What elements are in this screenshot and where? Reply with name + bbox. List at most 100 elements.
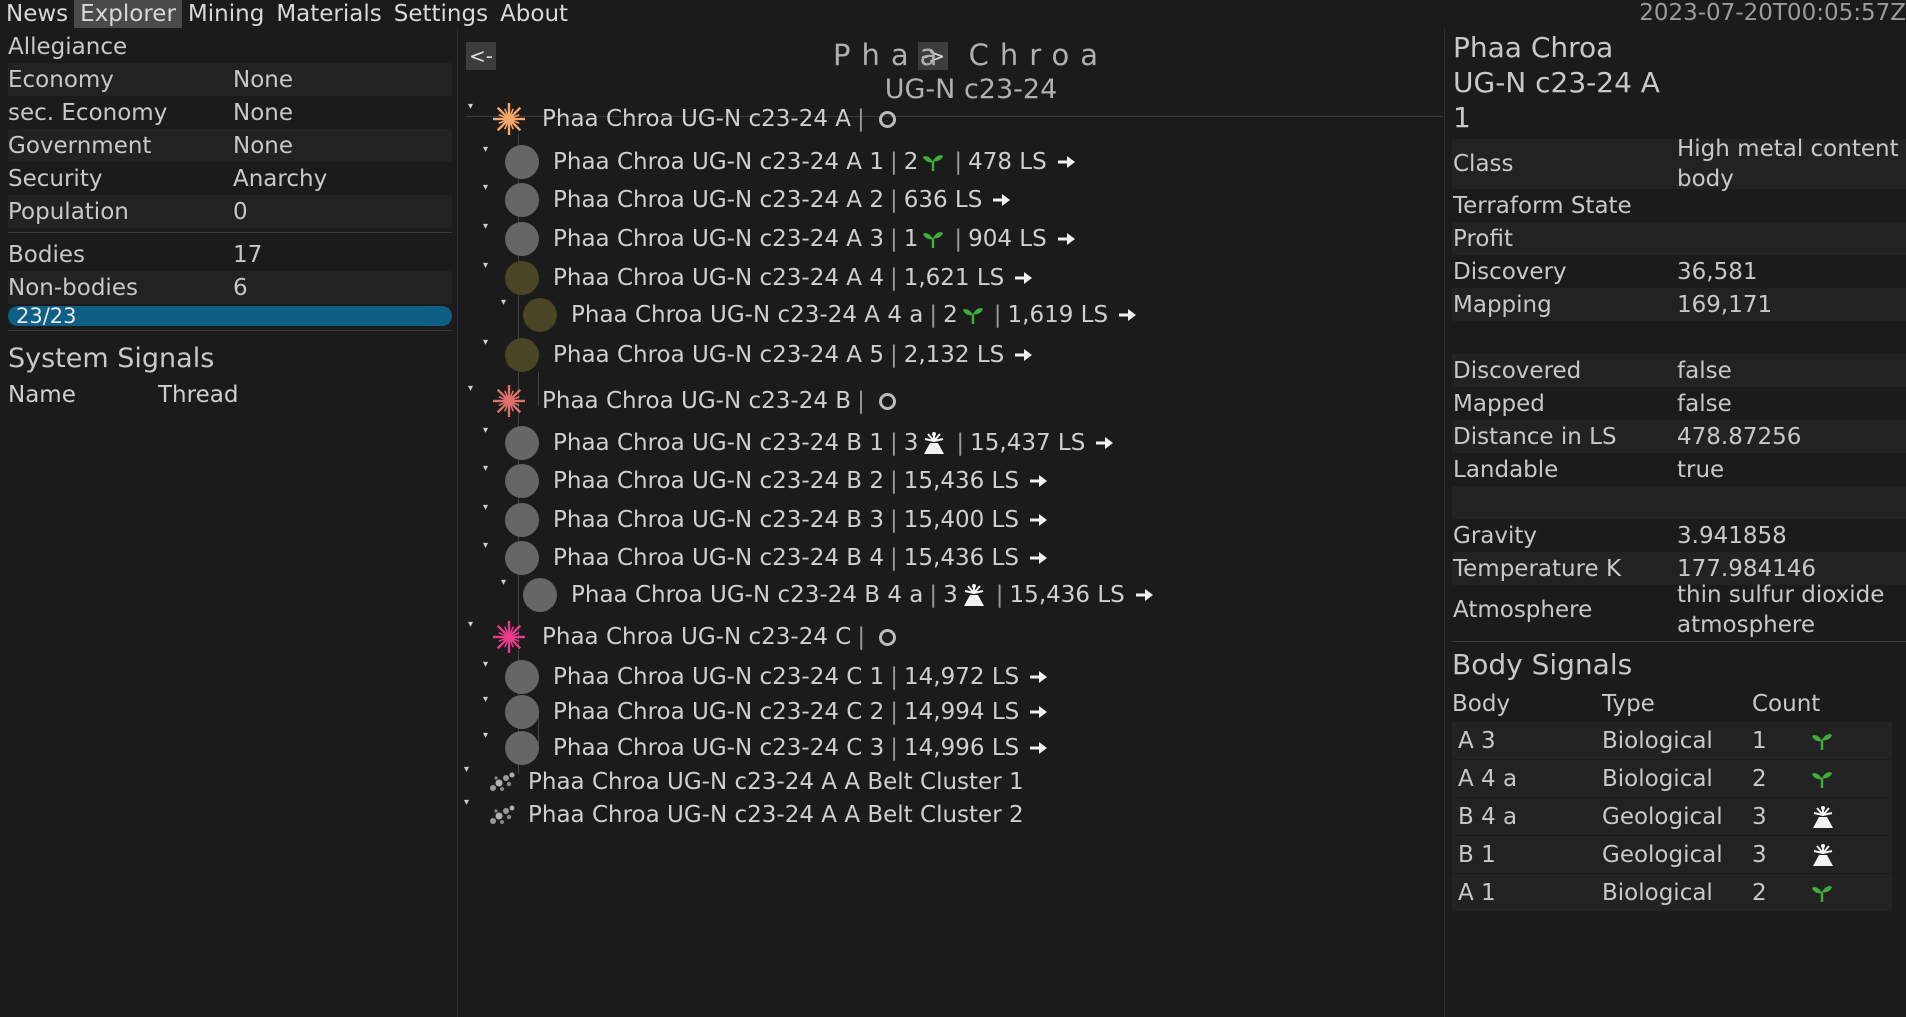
- planet-icon: [505, 222, 539, 256]
- menu-news[interactable]: News: [0, 0, 74, 28]
- geo-signal-icon: [924, 432, 945, 454]
- tree-body-row[interactable]: Phaa Chroa UG-N c23-24 A 2 | 636 LS: [505, 183, 1012, 217]
- info-row: Security Anarchy: [8, 162, 452, 195]
- planet-icon: [505, 426, 539, 460]
- tree-body-row[interactable]: Phaa Chroa UG-N c23-24 B 2 | 15,436 LS: [505, 464, 1049, 498]
- tree-body-row[interactable]: Phaa Chroa UG-N c23-24 A 3 | 1 | 904 LS: [505, 222, 1077, 256]
- body-signal-row[interactable]: B 4 a Geological 3: [1452, 798, 1892, 835]
- arrow-right-icon[interactable]: [1029, 512, 1049, 528]
- expand-toggle[interactable]: ▾: [483, 463, 488, 474]
- expand-toggle[interactable]: ▾: [483, 694, 488, 705]
- expand-toggle[interactable]: ▾: [468, 383, 473, 394]
- body-signal-row[interactable]: B 1 Geological 3: [1452, 836, 1892, 873]
- geo-signal-icon: [963, 584, 984, 606]
- body-signal-row[interactable]: A 4 a Biological 2: [1452, 760, 1892, 797]
- property-row: Mapped false: [1452, 387, 1906, 420]
- body-signals-header: Body Type Count: [1452, 686, 1906, 722]
- arrow-right-icon[interactable]: [1029, 740, 1049, 756]
- expand-toggle[interactable]: ▾: [464, 764, 469, 775]
- expand-toggle[interactable]: ▾: [483, 221, 488, 232]
- scan-progress-label: 23/23: [16, 304, 77, 328]
- body-name: Phaa Chroa UG-N c23-24 B 4: [553, 545, 884, 571]
- property-value: true: [1677, 456, 1725, 483]
- planet-icon: [505, 541, 539, 575]
- tree-star-row[interactable]: Phaa Chroa UG-N c23-24 C |: [492, 620, 897, 654]
- body-tree-panel: <- -> Phaa Chroa UG-N c23-24 ▾ Phaa Chroa…: [460, 30, 1442, 1017]
- menu-explorer[interactable]: Explorer: [74, 0, 182, 28]
- expand-toggle[interactable]: ▾: [483, 182, 488, 193]
- bio-signal-icon: [1812, 771, 1832, 788]
- tree-body-row[interactable]: Phaa Chroa UG-N c23-24 C 1 | 14,972 LS: [505, 660, 1049, 694]
- property-label: Mapped: [1453, 390, 1545, 417]
- expand-toggle[interactable]: ▾: [501, 577, 506, 588]
- arrow-right-icon[interactable]: [1057, 231, 1077, 247]
- planet-icon: [505, 464, 539, 498]
- menu-materials[interactable]: Materials: [270, 0, 387, 28]
- tree-body-row[interactable]: Phaa Chroa UG-N c23-24 A 5 | 2,132 LS: [505, 338, 1034, 372]
- expand-toggle[interactable]: ▾: [483, 425, 488, 436]
- arrow-right-icon[interactable]: [1029, 669, 1049, 685]
- expand-toggle[interactable]: ▾: [501, 297, 506, 308]
- tree-belt-row[interactable]: Phaa Chroa UG-N c23-24 A A Belt Cluster …: [488, 765, 1024, 799]
- expand-toggle[interactable]: ▾: [483, 540, 488, 551]
- arrow-right-icon[interactable]: [1014, 347, 1034, 363]
- arrow-right-icon[interactable]: [1057, 154, 1077, 170]
- arrow-right-icon[interactable]: [992, 192, 1012, 208]
- ring-icon: [878, 110, 896, 128]
- expand-toggle[interactable]: ▾: [483, 730, 488, 741]
- tree-body-row[interactable]: Phaa Chroa UG-N c23-24 C 2 | 14,994 LS: [505, 695, 1049, 729]
- system-signals-title: System Signals: [8, 343, 215, 374]
- property-label: Terraform State: [1453, 192, 1632, 219]
- tree-body-row[interactable]: Phaa Chroa UG-N c23-24 B 4 a | 3 | 15,436 LS: [523, 578, 1155, 612]
- tree-star-row[interactable]: Phaa Chroa UG-N c23-24 B |: [492, 384, 896, 418]
- arrow-right-icon[interactable]: [1118, 307, 1138, 323]
- menu-mining[interactable]: Mining: [182, 0, 270, 28]
- info-label: sec. Economy: [8, 99, 168, 126]
- arrow-right-icon[interactable]: [1014, 270, 1034, 286]
- tree-body-row[interactable]: Phaa Chroa UG-N c23-24 A 4 | 1,621 LS: [505, 261, 1034, 295]
- expand-toggle[interactable]: ▾: [468, 619, 473, 630]
- property-label: Profit: [1453, 225, 1513, 252]
- expand-toggle[interactable]: ▾: [483, 260, 488, 271]
- separator: |: [890, 545, 898, 571]
- menu-settings[interactable]: Settings: [388, 0, 494, 28]
- col-count: Count: [1752, 691, 1821, 717]
- tree-body-row[interactable]: Phaa Chroa UG-N c23-24 B 4 | 15,436 LS: [505, 541, 1049, 575]
- body-title-line-3: 1: [1453, 101, 1471, 134]
- bio-signal-icon: [923, 232, 944, 248]
- signal-count: 3: [903, 430, 919, 456]
- body-signal-row[interactable]: A 1 Biological 2: [1452, 874, 1892, 911]
- signal-type: Geological: [1602, 841, 1723, 868]
- property-value: 36,581: [1677, 258, 1758, 285]
- arrow-right-icon[interactable]: [1029, 704, 1049, 720]
- body-distance: 1,621 LS: [903, 265, 1005, 291]
- tree-body-row[interactable]: Phaa Chroa UG-N c23-24 A 1 | 2 | 478 LS: [505, 145, 1077, 179]
- tree-body-row[interactable]: Phaa Chroa UG-N c23-24 C 3 | 14,996 LS: [505, 731, 1049, 765]
- property-label: Distance in LS: [1453, 423, 1617, 450]
- body-name: Phaa Chroa UG-N c23-24 A A Belt Cluster …: [528, 802, 1024, 828]
- expand-toggle[interactable]: ▾: [464, 797, 469, 808]
- arrow-right-icon[interactable]: [1029, 473, 1049, 489]
- expand-toggle[interactable]: ▾: [483, 144, 488, 155]
- tree-belt-row[interactable]: Phaa Chroa UG-N c23-24 A A Belt Cluster …: [488, 798, 1024, 832]
- tree-body-row[interactable]: Phaa Chroa UG-N c23-24 B 1 | 3 | 15,437 LS: [505, 426, 1115, 460]
- col-body: Body: [1452, 691, 1511, 717]
- tree-body-row[interactable]: Phaa Chroa UG-N c23-24 A 4 a | 2 | 1,619 LS: [523, 298, 1138, 332]
- body-signal-row[interactable]: A 3 Biological 1: [1452, 722, 1892, 759]
- planet-icon: [523, 578, 557, 612]
- arrow-right-icon[interactable]: [1135, 587, 1155, 603]
- body-name: Phaa Chroa UG-N c23-24 A 1: [553, 149, 884, 175]
- body-distance: 14,994 LS: [904, 699, 1020, 725]
- arrow-right-icon[interactable]: [1095, 435, 1115, 451]
- expand-toggle[interactable]: ▾: [468, 101, 473, 112]
- tree-star-row[interactable]: Phaa Chroa UG-N c23-24 A |: [492, 102, 896, 136]
- menu-about[interactable]: About: [494, 0, 574, 28]
- signal-body: B 4 a: [1458, 803, 1518, 830]
- arrow-right-icon[interactable]: [1029, 550, 1049, 566]
- expand-toggle[interactable]: ▾: [483, 337, 488, 348]
- signal-body: A 3: [1458, 727, 1496, 754]
- expand-toggle[interactable]: ▾: [483, 502, 488, 513]
- info-label: Security: [8, 165, 103, 192]
- tree-body-row[interactable]: Phaa Chroa UG-N c23-24 B 3 | 15,400 LS: [505, 503, 1049, 537]
- expand-toggle[interactable]: ▾: [483, 659, 488, 670]
